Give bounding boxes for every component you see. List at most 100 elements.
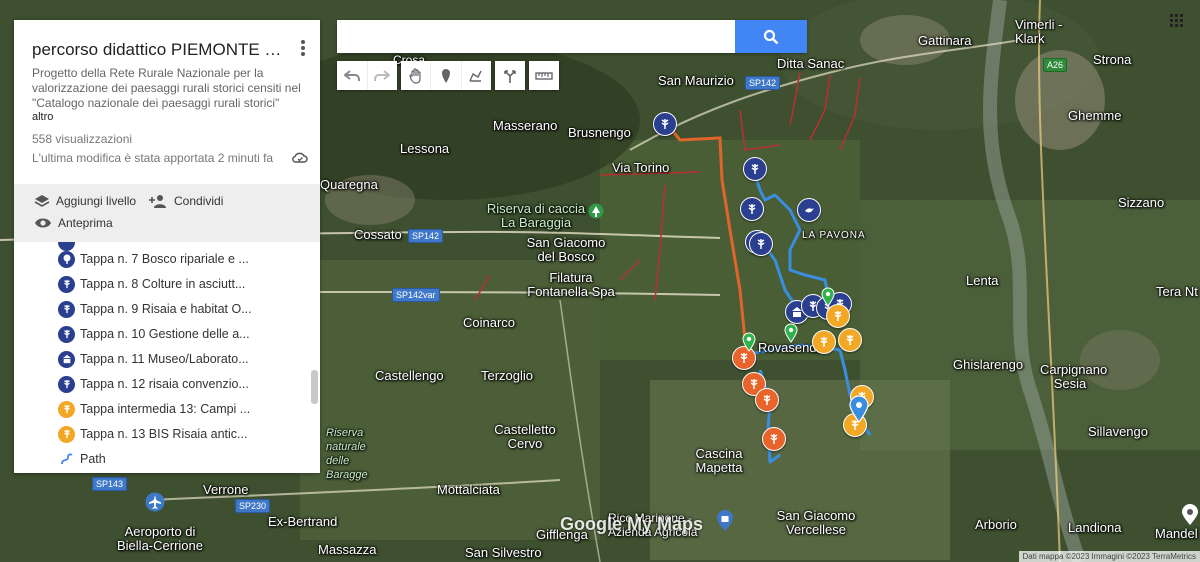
view-count: 558 visualizzazioni — [32, 132, 133, 146]
list-item[interactable]: Tappa n. 8 Colture in asciutt... — [58, 274, 245, 294]
redo-button[interactable] — [366, 61, 398, 90]
map-label: Terzoglio — [481, 368, 534, 383]
wheat-icon — [58, 325, 75, 343]
wheat-icon — [58, 425, 75, 443]
share-label: Condividi — [174, 194, 224, 208]
preview-button[interactable]: Anteprima — [34, 216, 113, 230]
list-item-label: Tappa n. 8 Colture in asciutt... — [80, 277, 246, 291]
list-item[interactable]: Tappa n. 11 Museo/Laborato... — [58, 349, 249, 369]
map-label: San Giacomo del Bosco — [526, 235, 606, 264]
grid-icon[interactable] — [1170, 14, 1184, 28]
map-attribution: Dati mappa ©2023 Immagini ©2023 TerraMet… — [1018, 551, 1200, 562]
draw-line-button[interactable] — [460, 61, 491, 90]
list-item[interactable]: Tappa n. 12 risaia convenzio... — [58, 374, 249, 394]
panel-actions: Aggiungi livello Condividi Anteprima — [14, 184, 320, 242]
camera-icon — [1182, 504, 1198, 525]
shopping-icon — [717, 510, 733, 531]
map-marker-wheat[interactable] — [653, 112, 677, 136]
map-label: Coinarco — [463, 315, 516, 330]
marker-icon — [441, 68, 450, 83]
road-shield: SP142 — [408, 229, 444, 243]
map-pin-green[interactable] — [821, 287, 835, 307]
wheat-icon — [58, 400, 75, 418]
map-description: Progetto della Rete Rurale Nazionale per… — [32, 66, 301, 110]
list-item[interactable]: Path — [58, 449, 106, 469]
pan-tool-button[interactable] — [401, 61, 430, 90]
map-label: Cascina Mapetta — [695, 446, 743, 475]
list-item[interactable]: Tappa n. 7 Bosco ripariale e ... — [58, 249, 249, 269]
road-shield: SP143 — [92, 477, 128, 491]
undo-icon — [343, 69, 360, 81]
map-marker-wheat[interactable] — [762, 427, 786, 451]
road-shield: SP230 — [235, 499, 271, 513]
map-label: Mottalciata — [437, 482, 500, 497]
list-item-label: Tappa n. 9 Risaia e habitat O... — [80, 302, 252, 316]
map-label: Carpignano Sesia — [1040, 362, 1108, 391]
map-label: Masserano — [493, 118, 558, 133]
map-label: Lenta — [966, 273, 999, 288]
layer-list: Tappa n. 7 Bosco ripariale e ... Tappa n… — [14, 242, 310, 473]
map-marker-wheat[interactable] — [838, 328, 862, 352]
undo-redo-group — [337, 61, 397, 90]
map-marker-wheat[interactable] — [740, 197, 764, 221]
road-shield: SP142 — [745, 76, 781, 90]
map-pin-green[interactable] — [784, 323, 798, 343]
measure-button[interactable] — [529, 61, 559, 90]
map-marker-wheat[interactable] — [812, 330, 836, 354]
tools-group — [401, 61, 491, 90]
map-label: Mandel — [1155, 526, 1198, 541]
map-label: Ditta Sanac — [777, 56, 845, 71]
map-label: Ghemme — [1068, 108, 1122, 123]
directions-group — [495, 61, 525, 90]
map-marker-wheat[interactable] — [743, 157, 767, 181]
list-item[interactable]: Tappa n. 9 Risaia e habitat O... — [58, 299, 252, 319]
map-label: Strona — [1093, 52, 1132, 67]
panel-scrollbar[interactable] — [311, 370, 318, 404]
cloud-saved-icon — [292, 152, 308, 163]
list-item[interactable]: Tappa n. 10 Gestione delle a... — [58, 324, 250, 344]
draw-line-icon — [469, 70, 482, 82]
eye-icon — [35, 218, 51, 228]
directions-button[interactable] — [495, 61, 525, 90]
map-label: Ex-Bertrand — [268, 514, 338, 529]
google-my-maps-logo: Google My Maps — [560, 514, 704, 534]
map-label: San Giacomo Vercellese — [776, 508, 856, 537]
map-marker-wheat[interactable] — [749, 232, 773, 256]
map-label: Castelletto Cervo — [494, 422, 556, 451]
map-label: Filatura Fontanella Spa — [527, 270, 615, 299]
share-button[interactable]: Condividi — [148, 194, 223, 208]
undo-button[interactable] — [337, 61, 367, 90]
list-item[interactable]: Tappa intermedia 13: Campi ... — [58, 399, 250, 419]
search-icon — [763, 29, 779, 45]
wheat-icon — [58, 275, 75, 293]
map-label: Brusnengo — [568, 125, 631, 140]
map-marker-wheat[interactable] — [826, 304, 850, 328]
wheat-icon — [58, 300, 75, 318]
more-link[interactable]: altro — [32, 111, 53, 123]
list-item-label: Tappa intermedia 13: Campi ... — [80, 402, 251, 416]
hand-icon — [409, 67, 421, 84]
map-pin-blue[interactable] — [849, 395, 869, 423]
museum-icon — [58, 350, 75, 368]
add-layer-button[interactable]: Aggiungi livello — [34, 194, 136, 208]
directions-icon — [504, 69, 516, 83]
map-label: Verrone — [203, 482, 249, 497]
map-marker-wheat[interactable] — [755, 388, 779, 412]
list-item-label: Tappa n. 7 Bosco ripariale e ... — [80, 252, 249, 266]
map-label: Massazza — [318, 542, 377, 557]
search-input[interactable] — [337, 20, 729, 53]
map-label: Quaregna — [320, 177, 378, 192]
ruler-icon — [535, 71, 553, 80]
list-item-label: Tappa n. 13 BIS Risaia antic... — [80, 427, 248, 441]
map-title[interactable]: percorso didattico PIEMONTE Ba... — [32, 40, 282, 60]
last-modified: L'ultima modifica è stata apportata 2 mi… — [32, 151, 274, 165]
add-marker-button[interactable] — [430, 61, 460, 90]
map-label: Cossato — [354, 227, 402, 242]
list-item[interactable]: Tappa n. 13 BIS Risaia antic... — [58, 424, 247, 444]
layers-icon — [34, 195, 50, 207]
map-label: Lessona — [400, 141, 450, 156]
more-options-icon[interactable] — [298, 38, 308, 58]
map-pin-green[interactable] — [742, 332, 756, 352]
search-button[interactable] — [735, 20, 807, 53]
map-marker-bird[interactable] — [797, 198, 821, 222]
